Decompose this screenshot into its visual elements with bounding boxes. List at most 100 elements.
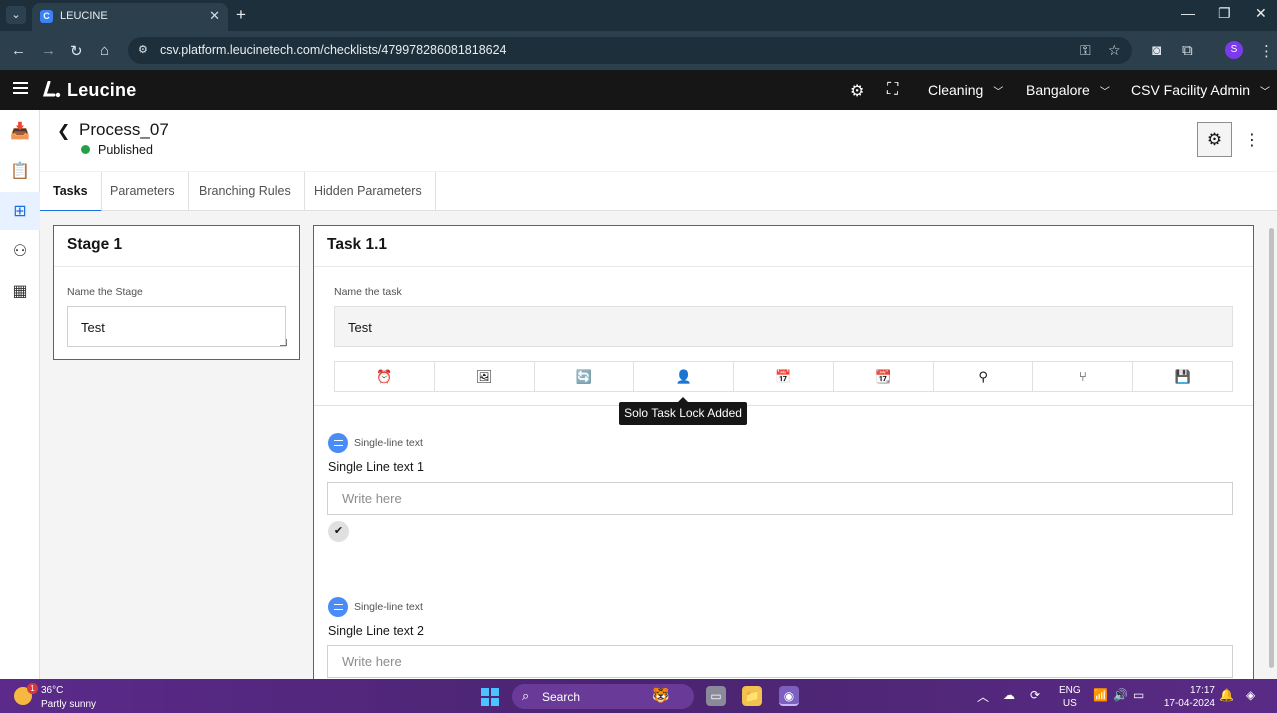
browser-toolbar: ← → ↻ ⌂ ⚙ csv.platform.leucinetech.com/c… (0, 31, 1277, 70)
ontology-icon[interactable]: ⚇ (0, 232, 40, 270)
divider (314, 405, 619, 406)
temperature: 36°C (41, 685, 64, 696)
text-param-icon (328, 597, 348, 617)
home-icon[interactable]: ⌂ (100, 42, 109, 59)
resize-handle-icon[interactable] (280, 339, 287, 346)
browser-tab[interactable]: C LEUCINE ✕ (32, 3, 228, 31)
divider (314, 266, 1253, 267)
maximize-icon[interactable]: ❐ (1218, 5, 1231, 22)
windows-start-icon[interactable] (481, 688, 499, 706)
stage-card[interactable]: Stage 1 Name the Stage Test (53, 225, 300, 360)
weather-badge: 1 (27, 683, 38, 694)
task-view-icon[interactable]: ▭ (706, 686, 726, 706)
search-icon: ⌕ (522, 688, 530, 703)
taskbar-search[interactable]: ⌕ Search 🐯 (512, 684, 694, 709)
text-param-icon (328, 433, 348, 453)
browser-menu-icon[interactable]: ⋮ (1259, 42, 1274, 60)
tab-hidden-parameters[interactable]: Hidden Parameters (301, 172, 436, 212)
tab-search-chevron-icon[interactable]: ⌄ (6, 6, 26, 24)
param-type: Single-line text (354, 601, 423, 613)
reload-icon[interactable]: ↻ (70, 42, 83, 60)
volume-icon[interactable]: 🔊 (1113, 688, 1128, 702)
inbox-icon[interactable]: 📥 (0, 112, 40, 150)
checklist-icon[interactable]: 📋 (0, 152, 40, 190)
onedrive-cloud-icon[interactable]: ☁ (1003, 688, 1015, 702)
minimize-icon[interactable]: — (1181, 5, 1195, 21)
favicon-icon: C (40, 10, 53, 23)
camera-icon[interactable]: ◙ (1152, 42, 1161, 59)
gear-icon: ⚙ (1206, 129, 1223, 149)
clock[interactable]: 17:17 17-04-2024 (1160, 684, 1215, 710)
stage-name-input[interactable]: Test (67, 306, 286, 347)
user-lock-icon[interactable]: 👤 (634, 362, 735, 391)
hamburger-menu-icon[interactable] (13, 82, 28, 94)
task-title: Task 1.1 (327, 236, 388, 253)
use-case-selector[interactable]: Cleaning ﹀ (928, 82, 1003, 98)
window-close-icon[interactable]: ✕ (1255, 5, 1267, 22)
search-highlight-icon: 🐯 (652, 687, 670, 703)
branch-icon[interactable]: ⑂ (1033, 362, 1134, 391)
file-explorer-icon[interactable]: 📁 (742, 686, 762, 706)
address-bar[interactable]: ⚙ csv.platform.leucinetech.com/checklist… (128, 37, 1132, 64)
param-input[interactable]: Write here (327, 482, 1233, 515)
process-icon[interactable]: ⊞ (0, 192, 40, 230)
extensions-icon[interactable]: ⧉ (1182, 42, 1193, 59)
image-icon[interactable]: 🖼 (435, 362, 535, 391)
stage-title: Stage 1 (67, 236, 123, 253)
param-type: Single-line text (354, 437, 423, 449)
brand-name: Leucine (67, 80, 137, 100)
search-label: Search (542, 690, 581, 704)
forward-icon[interactable]: → (41, 42, 56, 59)
notification-bell-icon[interactable]: 🔔 (1219, 688, 1234, 702)
param-input[interactable]: Write here (327, 645, 1233, 678)
save-icon[interactable]: 💾 (1133, 362, 1232, 391)
chrome-icon[interactable]: ◉ (779, 686, 799, 706)
alarm-clock-icon[interactable]: ⏰ (335, 362, 435, 391)
verify-check-icon[interactable]: ✔ (328, 521, 349, 542)
new-tab-icon[interactable]: + (236, 5, 246, 25)
user-role-selector[interactable]: CSV Facility Admin ﹀ (1131, 82, 1270, 98)
param-label: Single Line text 1 (328, 460, 424, 474)
os-taskbar: 1 36°C Partly sunny ⌕ Search 🐯 ▭ 📁 ◉ ︿ ☁… (0, 679, 1277, 713)
browser-tab-strip: ⌄ C LEUCINE ✕ + — ❐ ✕ (0, 0, 1277, 31)
chevron-down-icon: ﹀ (993, 87, 1004, 98)
left-nav-rail: 📥 📋 ⊞ ⚇ ▦ (0, 110, 40, 679)
tooltip: Solo Task Lock Added (619, 397, 747, 425)
task-name-input[interactable]: Test (334, 306, 1233, 347)
app-header: Leucine ⚙ ⛶ Cleaning ﹀ Bangalore ﹀ CSV Fac… (0, 70, 1277, 110)
scrollbar[interactable] (1268, 228, 1275, 679)
refresh-icon[interactable]: 🔄 (535, 362, 635, 391)
process-settings-button[interactable]: ⚙ (1197, 122, 1232, 157)
battery-icon[interactable]: ▭ (1133, 688, 1144, 702)
scan-icon[interactable]: ⛶ (887, 81, 898, 99)
password-key-icon[interactable]: ⚿ (1080, 42, 1091, 59)
sync-icon[interactable]: ⟳ (1030, 688, 1040, 702)
settings-gear-icon[interactable]: ⚙ (850, 81, 864, 101)
chevron-down-icon: ﹀ (1099, 87, 1110, 98)
back-icon[interactable]: ← (11, 42, 26, 59)
scroll-thumb[interactable] (1269, 228, 1274, 668)
back-arrow-icon[interactable]: ❮ (57, 121, 70, 141)
reports-icon[interactable]: ▦ (0, 272, 40, 310)
copilot-icon[interactable]: ◈ (1246, 688, 1255, 702)
process-title: Process_07 (79, 120, 169, 139)
tab-parameters[interactable]: Parameters (97, 172, 189, 212)
more-options-icon[interactable]: ⋮ (1244, 130, 1260, 150)
facility-selector[interactable]: Bangalore ﹀ (1026, 82, 1110, 98)
tab-tasks[interactable]: Tasks (40, 172, 102, 212)
language-indicator[interactable]: ENG US (1059, 684, 1081, 710)
site-info-icon[interactable]: ⚙ (138, 43, 148, 56)
close-tab-icon[interactable]: ✕ (209, 8, 220, 24)
hierarchy-icon[interactable]: ⚲ (934, 362, 1034, 391)
chevron-down-icon: ﹀ (1260, 87, 1271, 98)
wifi-icon[interactable]: 📶 (1093, 688, 1108, 702)
calendar-icon[interactable]: 📅 (734, 362, 834, 391)
url-text: csv.platform.leucinetech.com/checklists/… (160, 43, 507, 57)
divider (747, 405, 1253, 406)
bookmark-star-icon[interactable]: ☆ (1108, 42, 1121, 59)
tray-chevron-up-icon[interactable]: ︿ (977, 688, 989, 705)
page-tabs: Tasks Parameters Branching Rules Hidden … (40, 171, 1277, 212)
profile-avatar[interactable]: S (1225, 41, 1243, 59)
calendar-clock-icon[interactable]: 📆 (834, 362, 934, 391)
tab-branching-rules[interactable]: Branching Rules (186, 172, 305, 212)
